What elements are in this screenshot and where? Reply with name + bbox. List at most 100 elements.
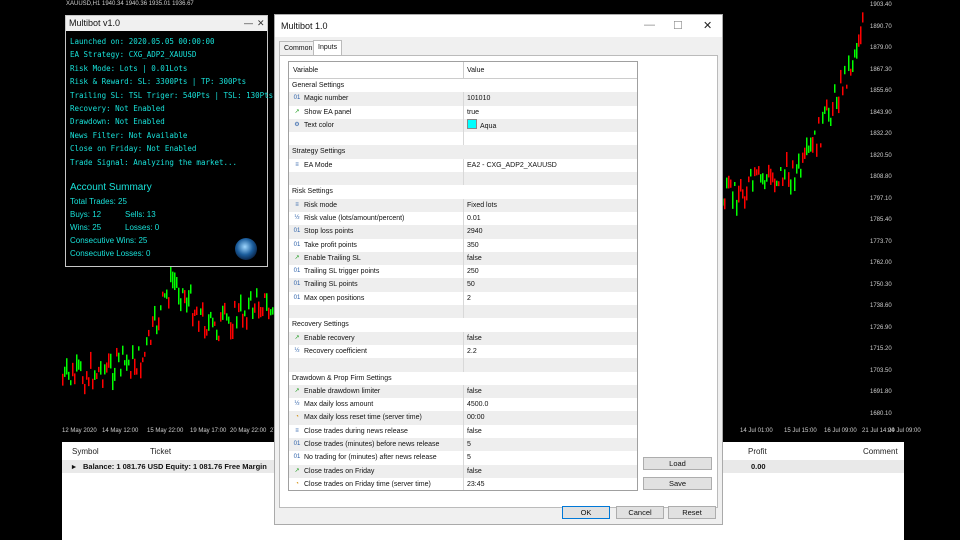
param-value[interactable]: false [467,425,482,438]
tab-inputs[interactable]: Inputs [313,40,343,56]
param-value[interactable]: 350 [467,239,479,252]
robot-logo-icon [235,238,257,260]
param-value[interactable]: 2.2 [467,345,477,358]
param-value[interactable]: 2 [467,292,471,305]
panel-status-line: Launched on: 2020.05.05 00:00:00 [70,37,215,46]
candle [738,185,740,203]
col-ticket[interactable]: Ticket [150,447,171,456]
input-param-row[interactable]: 01 Max open positions 2 [289,291,637,306]
ok-button[interactable]: OK [562,506,610,519]
param-value[interactable]: 50 [467,278,475,291]
param-value[interactable]: false [467,252,482,265]
candle [144,351,146,357]
candle [100,361,102,375]
price-axis: 1903.40 1890.70 1879.00 1867.30 1855.60 1843.… [864,0,904,440]
input-param-row[interactable]: ≡ Risk mode Fixed lots [289,198,637,212]
candle [736,199,738,216]
input-param-row[interactable]: 01 Close trades (minutes) before news rel… [289,438,637,452]
reset-button[interactable]: Reset [668,506,716,519]
ea-properties-dialog: Multibot 1.0 — ☐ ✕ Common Inputs Variabl… [274,14,723,525]
candle [98,366,100,373]
param-name: Close trades during news release [304,427,408,435]
inputs-tab-body: Variable Value General Settings 01 Magic n… [279,55,718,508]
param-value[interactable]: 5 [467,438,471,451]
candle [214,321,216,326]
bool-icon: ↗ [294,467,300,474]
param-value[interactable]: true [467,106,479,119]
param-value[interactable]: 0.01 [467,212,481,225]
candle [848,55,850,72]
minimize-icon[interactable]: — [644,19,655,31]
tab-common[interactable]: Common [279,41,318,55]
input-param-row[interactable]: 01 Trailing SL trigger points 250 [289,265,637,279]
load-button[interactable]: Load [643,457,712,470]
param-name: Text color [304,121,334,129]
input-param-row[interactable]: ◔ Max daily loss reset time (server time)… [289,411,637,425]
candle [770,168,772,185]
input-param-row[interactable]: ≡ Close trades during news release false [289,424,637,439]
param-value[interactable]: 101010 [467,92,490,105]
input-param-row[interactable]: 01 Take profit points 350 [289,238,637,252]
candle [64,366,66,377]
col-value[interactable]: Value [467,67,484,74]
param-value[interactable]: 2940 [467,225,483,238]
param-value[interactable]: EA2 - CXG_ADP2_XAUUSD [467,159,557,172]
price-tick-label: 1773.70 [870,238,892,245]
minimize-icon[interactable]: — [244,16,253,31]
enum-icon: ≡ [295,161,299,168]
input-param-row[interactable]: 01 No trading for (minutes) after news re… [289,451,637,465]
input-param-row[interactable]: ≡ EA Mode EA2 - CXG_ADP2_XAUUSD [289,158,637,173]
param-value[interactable]: false [467,385,482,398]
input-param-row[interactable]: ½ Recovery coefficient 2.2 [289,344,637,359]
double-icon: ½ [294,347,300,354]
cancel-button[interactable]: Cancel [616,506,664,519]
input-param-row[interactable]: ↗ Enable recovery false [289,331,637,345]
input-param-row[interactable]: ↗ Close trades on Friday false [289,464,637,478]
col-profit[interactable]: Profit [748,447,767,456]
param-name: Magic number [304,95,349,103]
param-value[interactable]: 250 [467,265,479,278]
maximize-icon[interactable]: ☐ [673,19,683,32]
candle [852,60,854,73]
save-button[interactable]: Save [643,477,712,490]
candle [786,151,788,168]
param-value[interactable]: 23:45 [467,478,485,490]
candle [762,173,764,185]
param-value[interactable]: Fixed lots [467,199,497,212]
candle [778,181,780,187]
input-param-row[interactable]: 01 Magic number 101010 [289,92,637,106]
input-param-row[interactable]: ↗ Enable Trailing SL false [289,251,637,266]
input-param-row[interactable]: ◔ Close trades on Friday time (server tim… [289,477,637,490]
col-comment[interactable]: Comment [863,447,898,456]
candle [204,326,206,339]
input-param-row[interactable]: 01 Stop loss points 2940 [289,225,637,239]
candle [266,293,268,311]
candle [244,310,246,317]
param-value[interactable]: 4500.0 [467,398,488,411]
input-param-row[interactable]: 01 Trailing SL points 50 [289,278,637,292]
param-value[interactable]: Aqua [467,118,496,133]
panel-status-line: Drawdown: Not Enabled [70,117,165,127]
grid-blank-row [289,132,637,146]
param-value[interactable]: false [467,465,482,478]
input-param-row[interactable]: ⚙ Text color Aqua [289,118,637,133]
input-param-row[interactable]: ↗ Enable drawdown limiter false [289,384,637,399]
param-value[interactable]: 00:00 [467,411,485,424]
candle [68,371,70,380]
input-param-row[interactable]: ↗ Show EA panel true [289,105,637,119]
close-icon[interactable]: ✕ [703,19,712,32]
candle [82,376,84,385]
candle [834,84,836,93]
col-variable[interactable]: Variable [293,67,318,74]
grid-header: Variable Value [289,62,637,79]
input-param-row[interactable]: ½ Risk value (lots/amount/percent) 0.01 [289,211,637,226]
candle [130,371,132,379]
time-tick-label: 16 Jul 09:00 [824,428,857,434]
param-value[interactable]: false [467,332,482,345]
col-symbol[interactable]: Symbol [72,447,99,456]
input-param-row[interactable]: ½ Max daily loss amount 4500.0 [289,398,637,412]
param-value[interactable]: 5 [467,451,471,464]
candle [822,111,824,124]
close-icon[interactable]: ✕ [257,16,265,31]
candle [170,265,172,283]
